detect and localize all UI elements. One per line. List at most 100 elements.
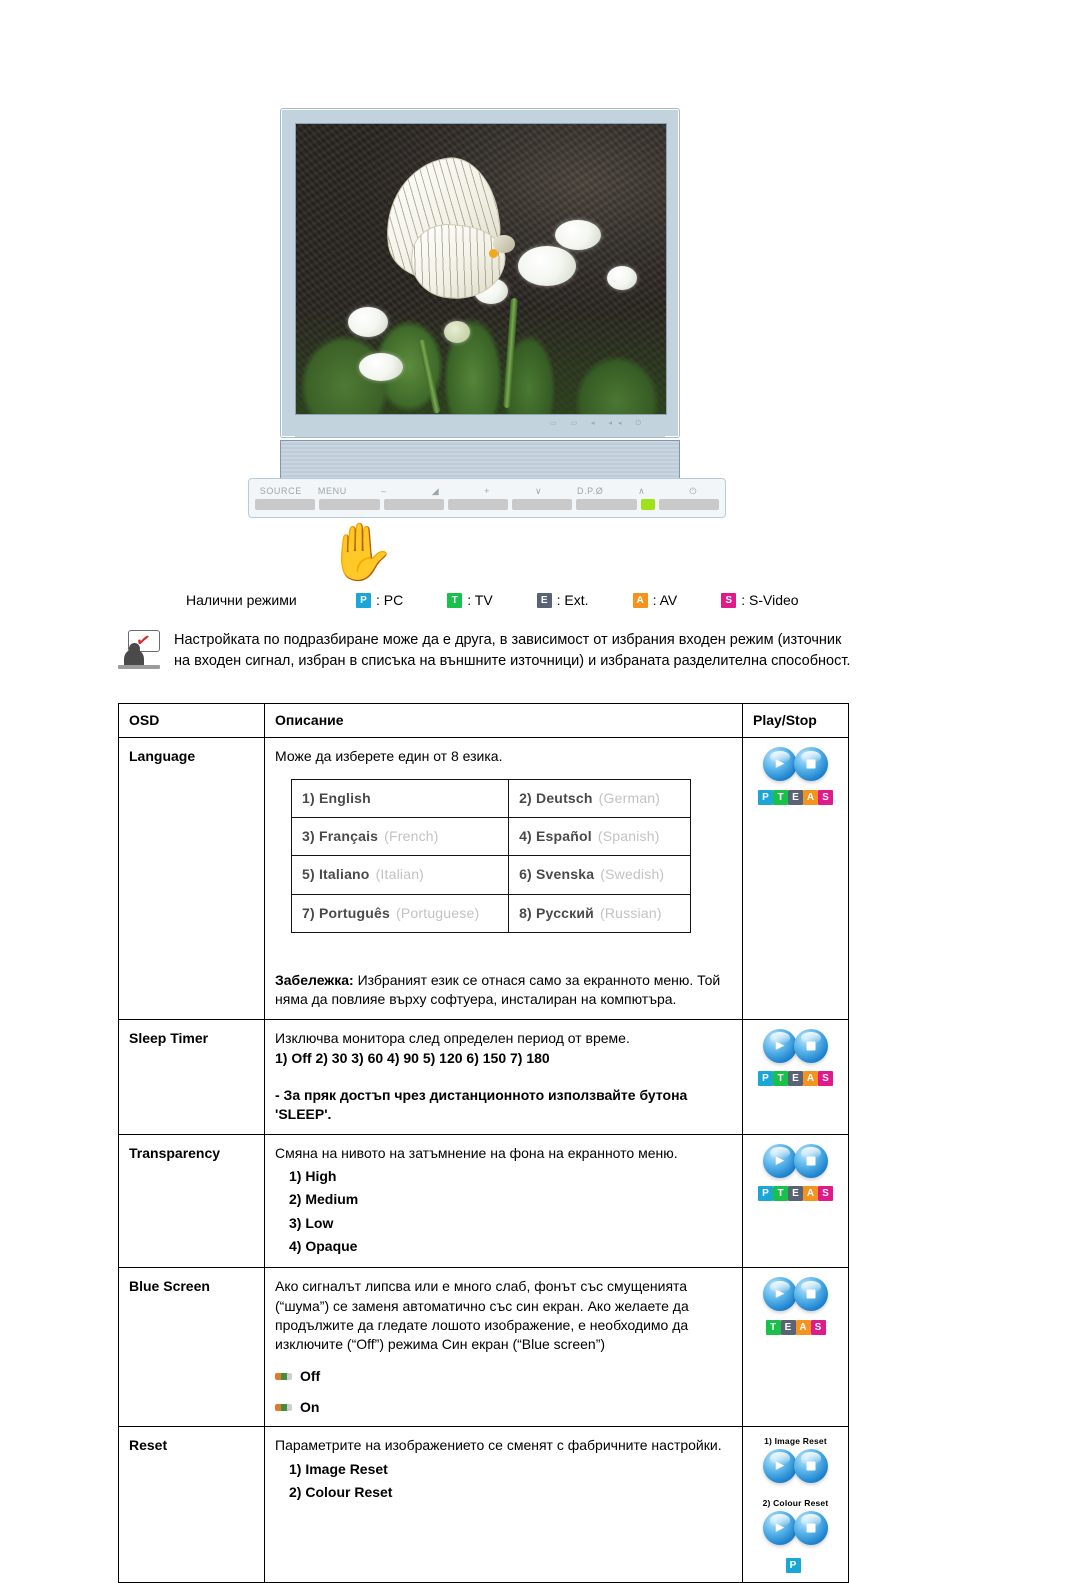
language-desc: Може да изберете един от 8 езика.	[275, 748, 503, 765]
stop-icon	[794, 1277, 828, 1312]
monitor-chin: ▭ ▭ ◂ ◂◂ ⏻	[295, 415, 665, 437]
transparency-options: 1) High 2) Medium 3) Low 4) Opaque	[289, 1165, 732, 1258]
mode-ext: E : Ext.	[536, 592, 589, 608]
mode-badges-language: P T E A S	[753, 789, 838, 805]
monitor-button-bar[interactable]: SOURCE MENU – ◢ + ∨ D.P.Ø ∧ ⏻	[248, 478, 726, 518]
key-down[interactable]	[512, 499, 573, 510]
reset-options: 1) Image Reset 2) Colour Reset	[289, 1458, 732, 1505]
mode-badge-t-icon: T	[773, 1070, 788, 1086]
chevron-up-icon: ∧	[638, 485, 646, 496]
mode-badge-p-icon: P	[758, 1186, 773, 1202]
button-label-source: SOURCE	[259, 486, 302, 496]
key-plus[interactable]	[447, 499, 509, 510]
language-options-image: 1) English 2) Deutsch (German) 3) Françai…	[290, 778, 691, 933]
transparency-option-4: 4) Opaque	[289, 1238, 358, 1254]
lang-option-5: 5) Italiano (Italian)	[290, 855, 510, 895]
blue-screen-option-off-label: Off	[300, 1367, 321, 1384]
blue-screen-option-off: Off	[275, 1367, 732, 1386]
key-source[interactable]	[255, 499, 316, 510]
reset-colour-block: 2) Colour Reset ▶	[753, 1498, 838, 1550]
default-setting-note: ✓ Настройката по подразбиране може да е …	[118, 630, 858, 676]
mode-tv-label: : TV	[467, 592, 493, 608]
mode-badge-s-icon: S	[818, 789, 833, 805]
play-stop-blue-screen: ▶ T E A S	[742, 1267, 849, 1428]
play-stop-spheres: ▶	[763, 1028, 828, 1063]
mode-badge-a-icon: A	[795, 1319, 811, 1335]
mode-badge-e-icon: E	[788, 1070, 803, 1086]
stop-icon	[794, 1448, 828, 1483]
reset-image-block: 1) Image Reset ▶	[753, 1436, 838, 1488]
reset-option-1: 1) Image Reset	[289, 1460, 388, 1477]
mode-badge-t-icon: T	[447, 592, 463, 608]
table-row-blue-screen: Blue Screen Ако сигналът липсва или е мн…	[118, 1267, 849, 1428]
photo-flower	[555, 219, 601, 250]
osd-desc-language: Може да изберете един от 8 езика. 1) Eng…	[264, 737, 743, 1020]
button-label-menu: MENU	[317, 486, 347, 496]
lang-option-2: 2) Deutsch (German)	[508, 778, 691, 818]
stop-icon	[794, 747, 828, 782]
mode-badge-p-icon: P	[758, 789, 773, 805]
available-modes-label: Налични режими	[186, 592, 297, 608]
mode-badge-e-icon: E	[780, 1319, 796, 1335]
blue-screen-option-on-label: On	[300, 1398, 320, 1415]
osd-name-blue-screen: Blue Screen	[118, 1267, 265, 1428]
power-icon: ⏻	[689, 485, 698, 496]
stop-icon	[794, 1028, 828, 1063]
mode-badges-reset: P	[753, 1558, 838, 1574]
mode-badge-s-icon: S	[810, 1319, 826, 1335]
monitor-screen	[295, 123, 667, 415]
transparency-option-2: 2) Medium	[289, 1191, 359, 1208]
mode-badge-e-icon: E	[788, 1186, 803, 1202]
mode-ext-label: : Ext.	[556, 592, 589, 608]
button-label-minus: –	[381, 486, 387, 496]
lang-option-3: 3) Français (French)	[290, 816, 510, 857]
osd-name-reset: Reset	[118, 1426, 265, 1583]
monitor-bezel: ▭ ▭ ◂ ◂◂ ⏻	[280, 108, 680, 438]
table-row-sleep-timer: Sleep Timer Изключва монитора след опред…	[118, 1018, 849, 1135]
play-stop-spheres: ▶	[763, 1277, 828, 1312]
mode-badge-a-icon: A	[632, 592, 648, 608]
key-power[interactable]	[658, 499, 719, 510]
play-stop-spheres: ▶	[763, 1143, 828, 1178]
play-stop-spheres: ▶	[763, 1448, 828, 1483]
sleep-timer-tip: - За пряк достъп чрез дистанционното изп…	[275, 1087, 688, 1123]
mode-badge-s-icon: S	[818, 1186, 833, 1202]
mode-badge-t-icon: T	[773, 789, 788, 805]
mode-badge-t-icon: T	[765, 1319, 781, 1335]
reset-colour-caption: 2) Colour Reset	[762, 1498, 829, 1509]
lang-option-4: 4) Español (Spanish)	[508, 816, 691, 857]
key-enter[interactable]	[576, 499, 637, 510]
reset-image-caption: 1) Image Reset	[764, 1436, 827, 1447]
stop-icon	[794, 1143, 828, 1178]
language-note-label: Забележка:	[275, 971, 354, 988]
mode-av-label: : AV	[652, 592, 678, 608]
table-row-transparency: Transparency Смяна на нивото на затъмнен…	[118, 1133, 849, 1269]
mode-badge-s-icon: S	[721, 592, 737, 608]
osd-desc-blue-screen: Ако сигналът липсва или е много слаб, фо…	[264, 1267, 743, 1428]
toggle-pill-icon	[275, 1404, 292, 1412]
photo-flower	[358, 353, 403, 382]
header-osd: OSD	[118, 702, 265, 739]
power-led	[640, 499, 655, 510]
button-bar-keys[interactable]	[255, 499, 719, 510]
hand-pointer-icon: ✋	[326, 520, 396, 583]
button-label-enter: D.P.Ø	[576, 486, 604, 496]
play-stop-sleep-timer: ▶ P T E A S	[742, 1018, 849, 1135]
mode-badge-a-icon: A	[803, 789, 818, 805]
mode-badge-p-icon: P	[785, 1558, 801, 1574]
monitor-illustration: ▭ ▭ ◂ ◂◂ ⏻	[280, 108, 680, 500]
lang-option-1: 1) English	[290, 778, 510, 818]
play-icon: ▶	[763, 1028, 797, 1063]
sleep-timer-desc: Изключва монитора след определен период …	[275, 1029, 630, 1046]
key-menu[interactable]	[319, 499, 380, 510]
button-bar-labels: SOURCE MENU – ◢ + ∨ D.P.Ø ∧ ⏻	[255, 483, 719, 499]
sleep-timer-options: 1) Off 2) 30 3) 60 4) 90 5) 120 6) 150 7…	[275, 1049, 550, 1066]
header-play-stop: Play/Stop	[742, 702, 849, 739]
key-minus[interactable]	[383, 499, 444, 510]
table-header-row: OSD Описание Play/Stop	[118, 702, 849, 739]
note-person-icon: ✓	[118, 630, 160, 676]
play-stop-language: ▶ P T E A S	[742, 737, 849, 1020]
reset-option-2: 2) Colour Reset	[289, 1483, 393, 1500]
mode-badges-sleep-timer: P T E A S	[753, 1070, 838, 1086]
chevron-down-icon: ∨	[535, 485, 543, 496]
